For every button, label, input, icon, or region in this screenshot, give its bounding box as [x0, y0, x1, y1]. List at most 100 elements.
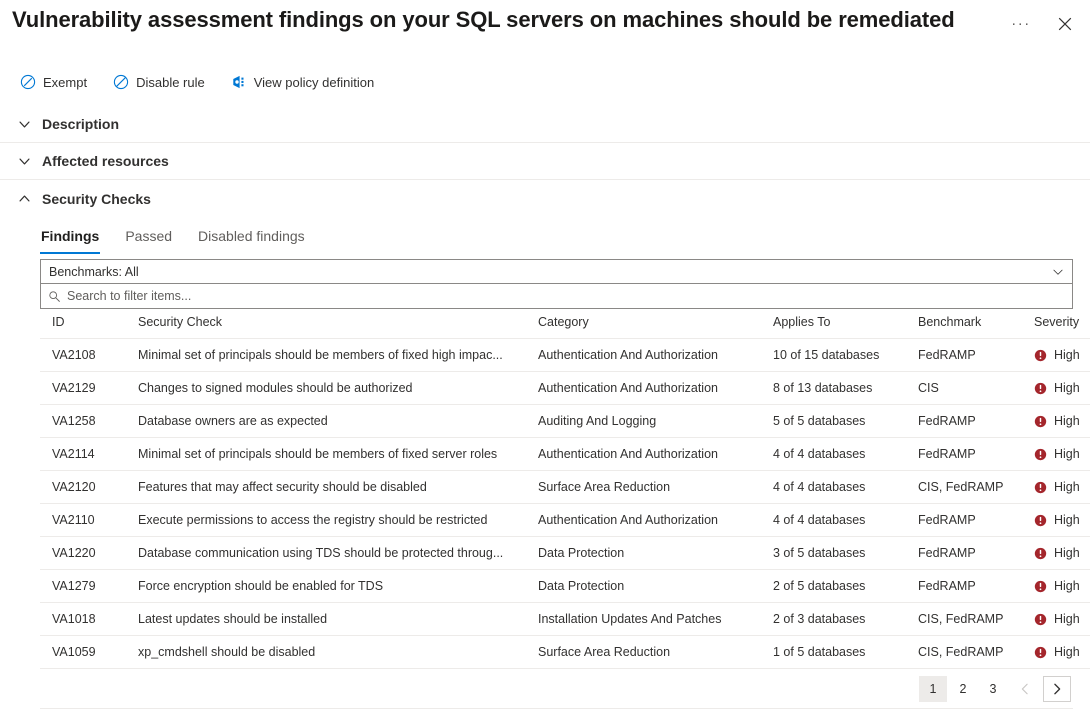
cell-id: VA1059 [40, 636, 138, 669]
section-affected-resources-title: Affected resources [42, 153, 169, 169]
chevron-right-icon [1050, 682, 1064, 696]
cell-id: VA1258 [40, 405, 138, 438]
severity-label: High [1054, 348, 1080, 362]
findings-table-body: VA2108Minimal set of principals should b… [40, 339, 1090, 669]
cell-severity: High [1034, 636, 1090, 669]
exempt-label: Exempt [43, 75, 87, 90]
exempt-button[interactable]: Exempt [16, 71, 91, 93]
next-page-button[interactable] [1043, 676, 1071, 702]
severity-high-icon [1034, 613, 1047, 626]
tab-passed[interactable]: Passed [124, 228, 173, 254]
section-description[interactable]: Description [0, 106, 1090, 143]
cell-applies-to: 2 of 3 databases [773, 603, 918, 636]
security-checks-body: Findings Passed Disabled findings Benchm… [0, 217, 1090, 709]
table-header-row: ID Security Check Category Applies To Be… [40, 315, 1090, 339]
disable-rule-button[interactable]: Disable rule [109, 71, 209, 93]
cell-applies-to: 3 of 5 databases [773, 537, 918, 570]
column-header-category[interactable]: Category [538, 315, 773, 339]
cell-severity: High [1034, 504, 1090, 537]
cell-security-check: Execute permissions to access the regist… [138, 504, 538, 537]
table-row[interactable]: VA1258Database owners are as expectedAud… [40, 405, 1090, 438]
cell-applies-to: 4 of 4 databases [773, 504, 918, 537]
cell-applies-to: 4 of 4 databases [773, 438, 918, 471]
close-icon [1057, 16, 1073, 32]
cell-benchmark: CIS [918, 372, 1034, 405]
cell-id: VA2114 [40, 438, 138, 471]
cell-id: VA2120 [40, 471, 138, 504]
column-header-benchmark[interactable]: Benchmark [918, 315, 1034, 339]
cell-benchmark: FedRAMP [918, 405, 1034, 438]
tab-findings[interactable]: Findings [40, 228, 100, 254]
cell-benchmark: CIS, FedRAMP [918, 471, 1034, 504]
table-row[interactable]: VA1279Force encryption should be enabled… [40, 570, 1090, 603]
cell-severity: High [1034, 405, 1090, 438]
exempt-icon [20, 74, 36, 90]
pagination: 1 2 3 [40, 669, 1073, 702]
section-list: Description Affected resources Security … [0, 106, 1090, 217]
cell-category: Data Protection [538, 570, 773, 603]
tab-disabled-findings[interactable]: Disabled findings [197, 228, 306, 254]
page-title: Vulnerability assessment findings on you… [12, 7, 955, 33]
column-header-applies-to[interactable]: Applies To [773, 315, 918, 339]
cell-id: VA1220 [40, 537, 138, 570]
cell-severity: High [1034, 339, 1090, 372]
cell-severity: High [1034, 438, 1090, 471]
policy-definition-icon [231, 74, 247, 90]
severity-high-icon [1034, 382, 1047, 395]
more-options-button[interactable]: ··· [1006, 10, 1036, 38]
cell-benchmark: FedRAMP [918, 339, 1034, 372]
disable-rule-icon [113, 74, 129, 90]
table-row[interactable]: VA1059xp_cmdshell should be disabledSurf… [40, 636, 1090, 669]
cell-benchmark: CIS, FedRAMP [918, 603, 1034, 636]
severity-label: High [1054, 513, 1080, 527]
table-row[interactable]: VA2108Minimal set of principals should b… [40, 339, 1090, 372]
table-row[interactable]: VA1018Latest updates should be installed… [40, 603, 1090, 636]
cell-applies-to: 1 of 5 databases [773, 636, 918, 669]
pagination-divider [40, 708, 1073, 709]
cell-severity: High [1034, 372, 1090, 405]
search-input[interactable] [67, 289, 1064, 303]
cell-benchmark: FedRAMP [918, 537, 1034, 570]
cell-category: Auditing And Logging [538, 405, 773, 438]
severity-high-icon [1034, 481, 1047, 494]
page-button-1[interactable]: 1 [919, 676, 947, 702]
cell-id: VA1279 [40, 570, 138, 603]
cell-category: Authentication And Authorization [538, 438, 773, 471]
section-affected-resources[interactable]: Affected resources [0, 143, 1090, 180]
cell-security-check: Database owners are as expected [138, 405, 538, 438]
column-header-check[interactable]: Security Check [138, 315, 538, 339]
benchmarks-dropdown[interactable]: Benchmarks: All [40, 259, 1073, 284]
benchmarks-dropdown-value: Benchmarks: All [49, 265, 139, 279]
table-row[interactable]: VA2110Execute permissions to access the … [40, 504, 1090, 537]
cell-category: Authentication And Authorization [538, 339, 773, 372]
cell-id: VA2110 [40, 504, 138, 537]
cell-severity: High [1034, 603, 1090, 636]
severity-high-icon [1034, 514, 1047, 527]
cell-category: Installation Updates And Patches [538, 603, 773, 636]
severity-label: High [1054, 612, 1080, 626]
close-button[interactable] [1050, 10, 1080, 38]
section-security-checks[interactable]: Security Checks [0, 180, 1090, 217]
table-row[interactable]: VA2129Changes to signed modules should b… [40, 372, 1090, 405]
cell-security-check: Database communication using TDS should … [138, 537, 538, 570]
table-row[interactable]: VA2114Minimal set of principals should b… [40, 438, 1090, 471]
table-row[interactable]: VA1220Database communication using TDS s… [40, 537, 1090, 570]
view-policy-definition-button[interactable]: View policy definition [227, 71, 378, 93]
cell-category: Authentication And Authorization [538, 504, 773, 537]
severity-high-icon [1034, 349, 1047, 362]
view-policy-definition-label: View policy definition [254, 75, 374, 90]
page-button-3[interactable]: 3 [979, 676, 1007, 702]
ellipsis-icon: ··· [1011, 20, 1031, 28]
cell-security-check: Minimal set of principals should be memb… [138, 339, 538, 372]
cell-category: Data Protection [538, 537, 773, 570]
page-button-2[interactable]: 2 [949, 676, 977, 702]
search-box[interactable] [40, 284, 1073, 309]
severity-high-icon [1034, 415, 1047, 428]
table-row[interactable]: VA2120Features that may affect security … [40, 471, 1090, 504]
column-header-id[interactable]: ID [40, 315, 138, 339]
cell-security-check: Latest updates should be installed [138, 603, 538, 636]
column-header-severity[interactable]: Severity [1034, 315, 1090, 339]
cell-severity: High [1034, 570, 1090, 603]
severity-high-icon [1034, 646, 1047, 659]
cell-severity: High [1034, 471, 1090, 504]
